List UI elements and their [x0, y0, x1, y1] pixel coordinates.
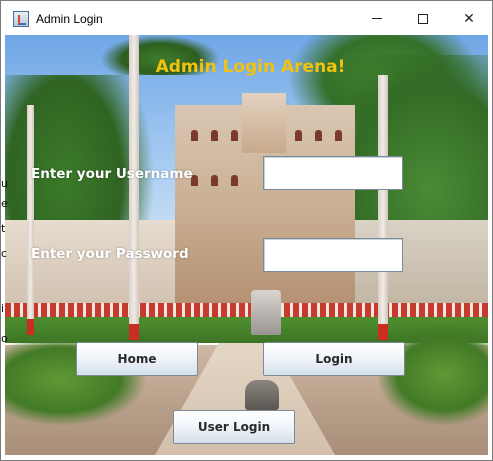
minimize-button[interactable]	[354, 2, 400, 35]
maximize-button[interactable]	[400, 2, 446, 35]
palm-trunk-right	[378, 75, 388, 340]
page-heading: Admin Login Arena!	[5, 57, 488, 77]
login-button[interactable]: Login	[263, 342, 405, 376]
background-window-text: c	[1, 247, 8, 260]
home-button[interactable]: Home	[76, 342, 198, 376]
heading-text: Admin Login Arena!	[155, 57, 346, 77]
maximize-icon	[418, 13, 428, 24]
palace-window	[211, 130, 218, 141]
user-login-button[interactable]: User Login	[173, 410, 295, 444]
palace-tower	[242, 93, 286, 153]
window-controls: ✕	[354, 2, 492, 35]
home-button-label: Home	[117, 352, 157, 366]
palace-window	[191, 130, 198, 141]
palm-trunk-far-left	[27, 105, 34, 335]
login-button-label: Login	[315, 352, 353, 366]
username-label: Enter your Username	[31, 166, 193, 182]
palace-window	[211, 175, 218, 186]
minimize-icon	[372, 18, 382, 19]
background-window-text: i	[1, 302, 5, 315]
background-window-text: e	[1, 197, 8, 210]
background-window-text: u	[1, 177, 8, 190]
close-icon: ✕	[463, 10, 475, 27]
username-input[interactable]	[263, 156, 403, 190]
palace-window	[315, 130, 322, 141]
java-app-icon	[13, 10, 29, 27]
fountain-statue	[251, 290, 281, 335]
background-window-text: o	[1, 332, 8, 345]
palace-window	[231, 175, 238, 186]
title-bar[interactable]: Admin Login ✕	[2, 2, 492, 35]
palace-window	[335, 130, 342, 141]
password-input[interactable]	[263, 238, 403, 272]
fountain-basin	[245, 380, 279, 410]
password-label: Enter your Password	[31, 246, 189, 262]
close-button[interactable]: ✕	[446, 2, 492, 35]
background-window-text: t	[1, 222, 6, 235]
palace-window	[295, 130, 302, 141]
login-content-panel: Admin Login Arena! Enter your Username E…	[5, 35, 488, 455]
admin-login-window: Admin Login ✕ Admin Login Arena! Enter y…	[0, 0, 493, 461]
user-login-button-label: User Login	[197, 420, 271, 434]
palace-window	[231, 130, 238, 141]
palm-trunk-left	[129, 35, 139, 340]
window-title: Admin Login	[36, 11, 103, 26]
